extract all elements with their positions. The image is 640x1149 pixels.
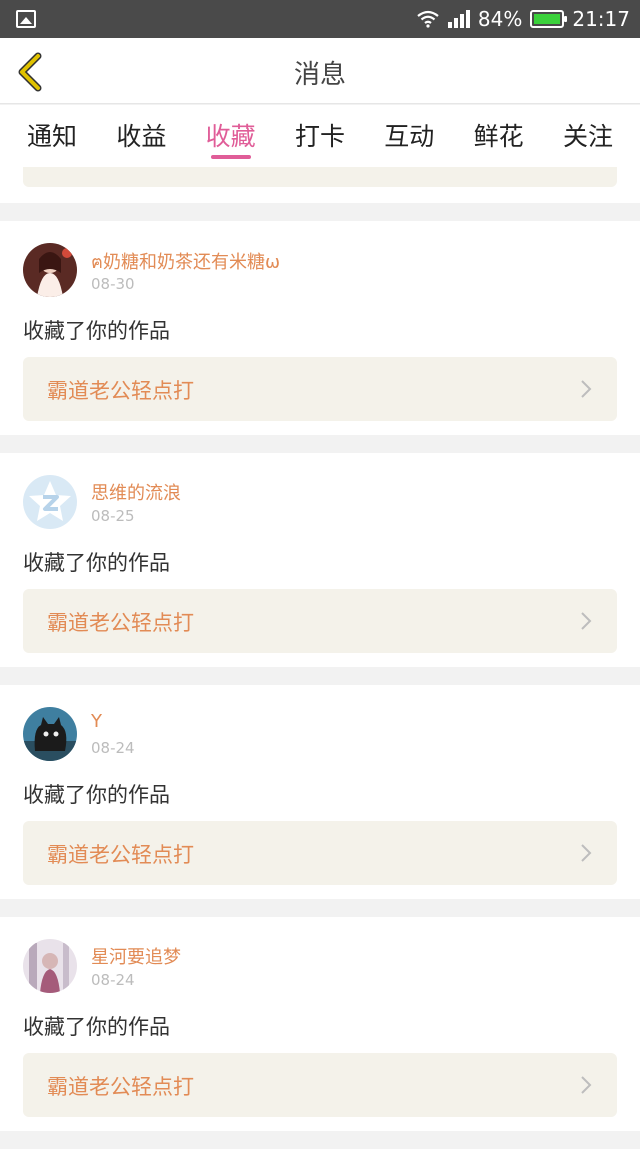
list-item: 星河要追梦 08-24 收藏了你的作品 霸道老公轻点打 <box>0 917 640 1131</box>
gallery-icon <box>16 10 36 28</box>
list-item: Y 08-24 收藏了你的作品 霸道老公轻点打 <box>0 685 640 899</box>
chevron-right-icon <box>581 380 592 398</box>
work-title: 霸道老公轻点打 <box>47 1075 194 1099</box>
status-right: 84% 21:17 <box>416 6 630 32</box>
tab-earnings[interactable]: 收益 <box>115 105 167 167</box>
action-text: 收藏了你的作品 <box>23 1015 170 1039</box>
username[interactable]: 星河要追梦 <box>91 943 181 969</box>
user-avatar[interactable] <box>23 707 77 761</box>
tab-notify[interactable]: 通知 <box>26 105 78 167</box>
chevron-right-icon <box>581 1076 592 1094</box>
username[interactable]: 思维的流浪 <box>91 479 181 505</box>
work-link-partial[interactable] <box>23 167 617 187</box>
chevron-right-icon <box>581 612 592 630</box>
work-link[interactable]: 霸道老公轻点打 <box>23 357 617 421</box>
action-text: 收藏了你的作品 <box>23 319 170 343</box>
work-title: 霸道老公轻点打 <box>47 843 194 867</box>
timestamp: 08-30 <box>91 275 135 293</box>
work-title: 霸道老公轻点打 <box>47 379 194 403</box>
user-avatar[interactable] <box>23 243 77 297</box>
tab-favorites[interactable]: 收藏 <box>205 105 257 167</box>
list-item <box>0 167 640 203</box>
tab-interaction[interactable]: 互动 <box>383 105 435 167</box>
message-list: ฅ奶糖和奶茶还有米糖ω 08-30 收藏了你的作品 霸道老公轻点打 思维的流浪 … <box>0 167 640 1149</box>
nav-bar: 消息 <box>0 38 640 104</box>
clock: 21:17 <box>572 7 630 31</box>
work-link[interactable]: 霸道老公轻点打 <box>23 589 617 653</box>
status-bar: 84% 21:17 <box>0 0 640 38</box>
work-title: 霸道老公轻点打 <box>47 611 194 635</box>
page-title: 消息 <box>293 60 346 90</box>
username[interactable]: ฅ奶糖和奶茶还有米糖ω <box>91 247 280 276</box>
tab-flowers[interactable]: 鲜花 <box>473 105 525 167</box>
tab-follow[interactable]: 关注 <box>562 105 614 167</box>
username[interactable]: Y <box>91 711 102 732</box>
battery-percent: 84% <box>477 7 523 31</box>
work-link[interactable]: 霸道老公轻点打 <box>23 1053 617 1117</box>
tab-checkin[interactable]: 打卡 <box>294 105 346 167</box>
list-item: ฅ奶糖和奶茶还有米糖ω 08-30 收藏了你的作品 霸道老公轻点打 <box>0 221 640 435</box>
action-text: 收藏了你的作品 <box>23 551 170 575</box>
timestamp: 08-25 <box>91 507 135 525</box>
wifi-icon <box>417 10 439 28</box>
list-item: 思维的流浪 08-25 收藏了你的作品 霸道老公轻点打 <box>0 453 640 667</box>
timestamp: 08-24 <box>91 739 135 757</box>
work-link[interactable]: 霸道老公轻点打 <box>23 821 617 885</box>
signal-icon <box>447 10 470 28</box>
action-text: 收藏了你的作品 <box>23 783 170 807</box>
tab-bar: 通知 收益 收藏 打卡 互动 鲜花 关注 <box>0 105 640 167</box>
battery-icon <box>530 10 568 28</box>
chevron-right-icon <box>581 844 592 862</box>
user-avatar[interactable] <box>23 475 77 529</box>
user-avatar[interactable] <box>23 939 77 993</box>
timestamp: 08-24 <box>91 971 135 989</box>
